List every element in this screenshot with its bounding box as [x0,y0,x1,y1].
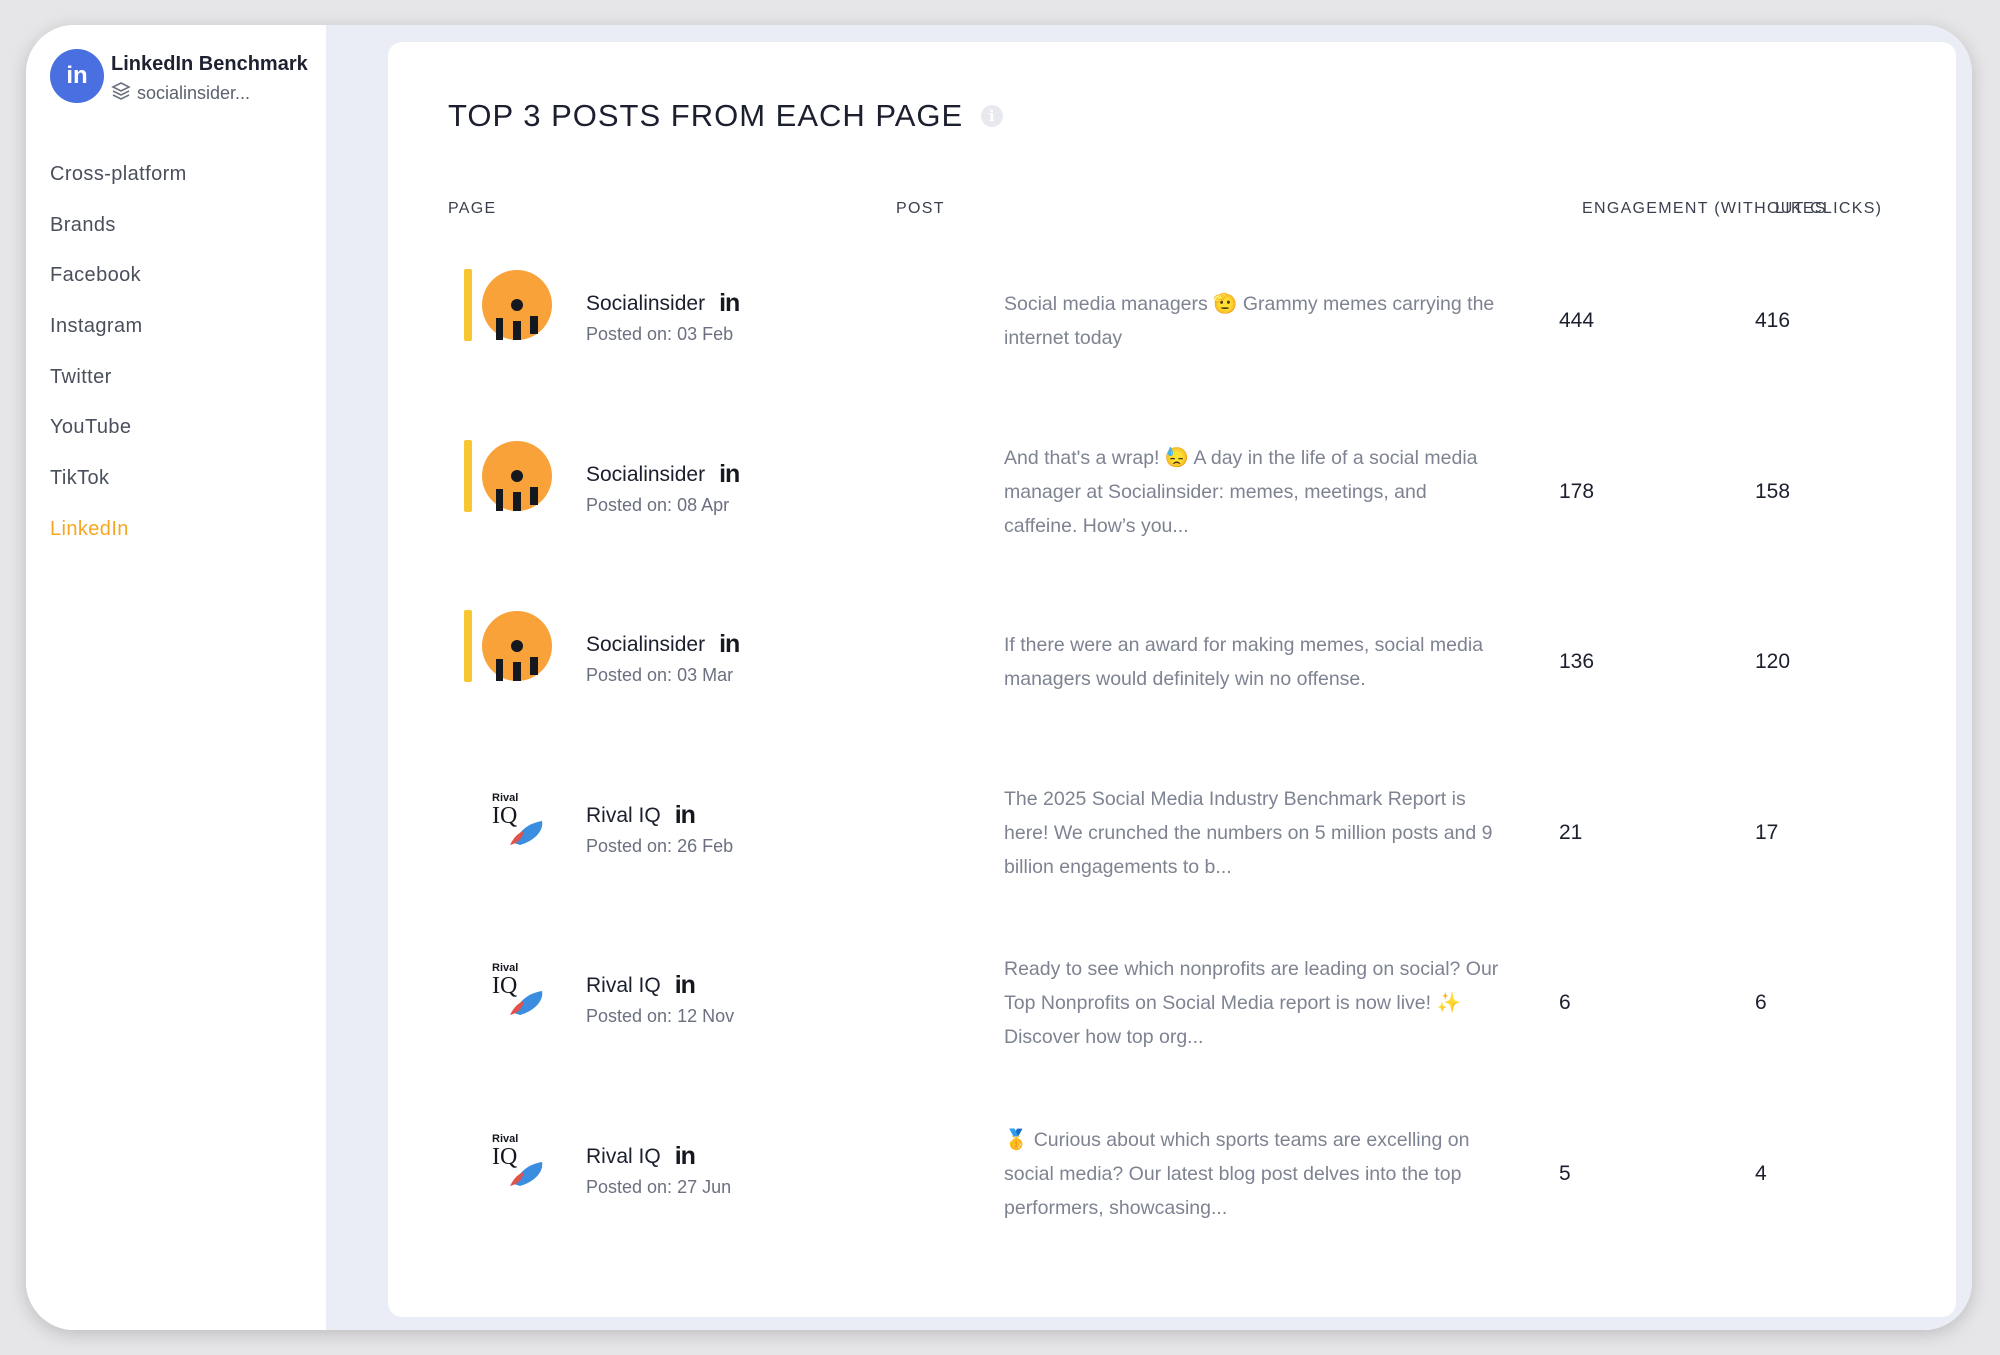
layers-icon [111,81,131,106]
linkedin-icon: in [674,1142,696,1170]
posted-date: Posted on: 08 Apr [586,495,730,515]
column-header-engagement[interactable]: ENGAGEMENT (WITHOUT CLICKS) [1582,200,1882,218]
rival-logo-bottom-text: IQ [492,803,517,829]
table-row[interactable]: Rival IQ Rival IQ in Posted on: 26 Feb The 20… [448,781,1938,921]
info-icon[interactable]: i [981,105,1004,127]
page-name-text: Socialinsider [586,462,706,486]
page-name-text: Socialinsider [586,291,706,315]
column-header-page: PAGE [448,200,497,217]
column-header-likes[interactable]: LIKES [1775,200,1827,218]
highlight-bar [464,440,472,512]
page-name-text: Rival IQ [586,803,661,827]
socialinsider-logo [482,441,552,511]
posted-date: Posted on: 03 Feb [586,324,734,344]
likes-value: 4 [1755,1162,1767,1185]
table-row[interactable]: Socialinsider in Posted on: 08 Apr And that… [448,440,1938,580]
socialinsider-logo [482,270,552,340]
workspace-subtitle-text: socialinsider... [137,83,251,103]
sidebar-item-linkedin[interactable]: LinkedIn [50,504,187,555]
likes-value: 416 [1755,309,1791,332]
top-posts-card: TOP 3 POSTS FROM EACH PAGE i PAGE POST E… [388,42,1956,1317]
page-name[interactable]: Rival IQ in [586,1142,696,1171]
post-text[interactable]: If there were an award for making memes,… [1004,628,1504,696]
socialinsider-logo [482,611,552,681]
card-title-text: TOP 3 POSTS FROM EACH PAGE [448,98,964,133]
post-text[interactable]: The 2025 Social Media Industry Benchmark… [1004,782,1504,884]
rival-logo-bottom-text: IQ [492,973,517,999]
page-name[interactable]: Socialinsider in [586,630,740,659]
page-name-text: Socialinsider [586,632,706,656]
workspace-title: LinkedIn Benchmark [111,53,308,75]
linkedin-icon: in [719,289,740,317]
likes-value: 6 [1755,991,1767,1014]
likes-value: 17 [1755,821,1779,844]
engagement-value: 6 [1559,991,1571,1014]
linkedin-icon: in [674,971,696,999]
posted-date: Posted on: 26 Feb [586,836,734,856]
linkedin-icon: in [674,801,696,829]
engagement-value: 136 [1559,650,1595,673]
sidebar-item-youtube[interactable]: YouTube [50,402,187,453]
app-window: in LinkedIn Benchmark socialinsider... C… [26,25,1972,1330]
rival-iq-logo: Rival IQ [490,785,554,849]
engagement-value: 5 [1559,1162,1571,1185]
engagement-value: 178 [1559,480,1595,503]
likes-value: 158 [1755,480,1791,503]
page-name[interactable]: Rival IQ in [586,801,696,830]
linkedin-icon: in [719,630,740,658]
post-text[interactable]: Social media managers 🫡 Grammy memes car… [1004,287,1504,355]
page-name[interactable]: Rival IQ in [586,971,696,1000]
posted-date: Posted on: 03 Mar [586,665,734,685]
post-text[interactable]: Ready to see which nonprofits are leadin… [1004,952,1504,1054]
posted-date: Posted on: 12 Nov [586,1006,735,1026]
sidebar-item-cross-platform[interactable]: Cross-platform [50,149,187,200]
sidebar: in LinkedIn Benchmark socialinsider... C… [26,25,326,1330]
sidebar-item-brands[interactable]: Brands [50,200,187,251]
sidebar-item-tiktok[interactable]: TikTok [50,453,187,504]
highlight-bar [464,610,472,682]
linkedin-icon: in [719,460,740,488]
page-name-text: Rival IQ [586,1144,661,1168]
page-name[interactable]: Socialinsider in [586,460,740,489]
rival-logo-bottom-text: IQ [492,1144,517,1170]
rival-iq-logo: Rival IQ [490,1126,554,1190]
table-row[interactable]: Rival IQ Rival IQ in Posted on: 27 Jun 🥇 Curi… [448,1122,1938,1262]
page-name[interactable]: Socialinsider in [586,289,740,318]
sidebar-item-instagram[interactable]: Instagram [50,301,187,352]
engagement-value: 444 [1559,309,1595,332]
column-header-post: POST [896,200,945,217]
highlight-bar [464,269,472,341]
workspace-header[interactable]: in LinkedIn Benchmark socialinsider... [50,49,320,109]
sidebar-item-twitter[interactable]: Twitter [50,352,187,403]
card-title: TOP 3 POSTS FROM EACH PAGE i [448,98,1004,134]
table-row[interactable]: Rival IQ Rival IQ in Posted on: 12 Nov Ready … [448,951,1938,1091]
table-row[interactable]: Socialinsider in Posted on: 03 Feb Social m… [448,269,1938,409]
linkedin-avatar: in [50,49,104,103]
posted-date: Posted on: 27 Jun [586,1177,732,1197]
engagement-value: 21 [1559,821,1583,844]
post-text[interactable]: And that's a wrap! 😓 A day in the life o… [1004,441,1504,543]
table-row[interactable]: Socialinsider in Posted on: 03 Mar If there… [448,610,1938,750]
sidebar-nav: Cross-platform Brands Facebook Instagram… [50,149,187,555]
likes-value: 120 [1755,650,1791,673]
rival-iq-logo: Rival IQ [490,955,554,1019]
page-name-text: Rival IQ [586,973,661,997]
sidebar-item-facebook[interactable]: Facebook [50,250,187,301]
post-text[interactable]: 🥇 Curious about which sports teams are e… [1004,1123,1504,1225]
workspace-subtitle: socialinsider... [111,81,250,106]
